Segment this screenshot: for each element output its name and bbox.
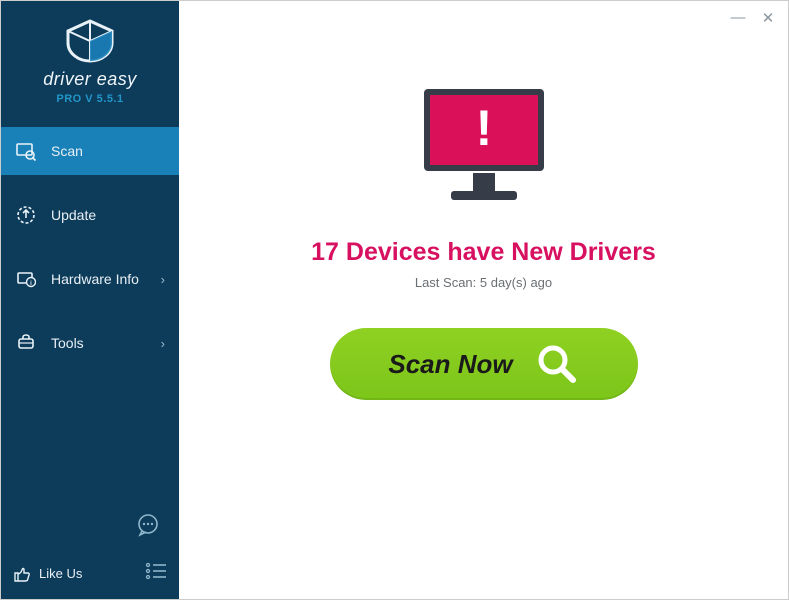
sidebar-item-hardware-info[interactable]: i Hardware Info › — [1, 255, 179, 303]
scan-now-label: Scan Now — [388, 349, 512, 380]
menu-list-icon[interactable] — [145, 562, 167, 585]
scan-icon — [15, 140, 37, 162]
sidebar-footer-upper — [1, 502, 179, 554]
logo-block: driver easy PRO V 5.5.1 — [1, 1, 179, 113]
tools-icon — [15, 332, 37, 354]
feedback-icon[interactable] — [135, 512, 161, 538]
like-us-button[interactable]: Like Us — [13, 565, 82, 583]
magnify-icon — [535, 342, 579, 386]
chevron-right-icon: › — [161, 272, 165, 287]
main-panel: — ✕ ! 17 Devices have New Drivers Last S… — [179, 1, 788, 599]
update-icon — [15, 204, 37, 226]
version-label: PRO V 5.5.1 — [1, 93, 179, 105]
sidebar-item-label: Update — [51, 207, 165, 223]
headline-text: 17 Devices have New Drivers — [311, 238, 656, 267]
sidebar-item-label: Tools — [51, 335, 161, 351]
hardware-icon: i — [15, 268, 37, 290]
minimize-button[interactable]: — — [730, 9, 746, 27]
svg-text:!: ! — [475, 100, 492, 156]
like-us-label: Like Us — [39, 566, 82, 581]
scan-now-button[interactable]: Scan Now — [330, 328, 638, 400]
window-controls: — ✕ — [730, 9, 776, 27]
chevron-right-icon: › — [161, 336, 165, 351]
sidebar-item-tools[interactable]: Tools › — [1, 319, 179, 367]
sidebar-item-label: Hardware Info — [51, 271, 161, 287]
nav: Scan Update i Hardware Info › Tools — [1, 127, 179, 383]
sidebar: driver easy PRO V 5.5.1 Scan Update i — [1, 1, 179, 599]
close-button[interactable]: ✕ — [760, 9, 776, 27]
sidebar-item-update[interactable]: Update — [1, 191, 179, 239]
last-scan-text: Last Scan: 5 day(s) ago — [415, 275, 552, 290]
brand-name: driver easy — [1, 69, 179, 90]
sidebar-item-label: Scan — [51, 143, 165, 159]
sidebar-footer-lower: Like Us — [1, 554, 179, 599]
sidebar-item-scan[interactable]: Scan — [1, 127, 179, 175]
thumbs-up-icon — [13, 565, 31, 583]
app-logo-icon — [64, 19, 116, 63]
alert-monitor-icon: ! — [409, 81, 559, 216]
